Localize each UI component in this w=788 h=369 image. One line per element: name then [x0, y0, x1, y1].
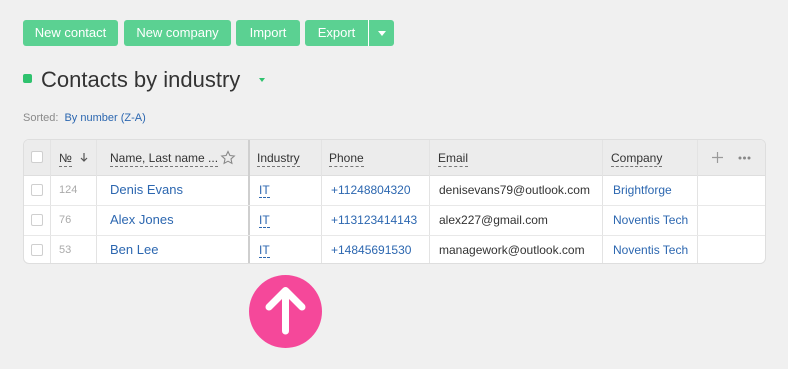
table-row[interactable]: 124 Denis Evans IT +11248804320 deniseva… — [24, 175, 765, 206]
contact-name-link[interactable]: Alex Jones — [110, 205, 174, 235]
sort-info: Sorted: By number (Z-A) — [23, 112, 146, 124]
row-checkbox[interactable] — [31, 214, 43, 226]
phone-link[interactable]: +11248804320 — [331, 175, 411, 205]
title-indicator — [23, 74, 32, 83]
company-link[interactable]: Brightforge — [613, 175, 672, 205]
chevron-down-icon[interactable] — [259, 78, 265, 82]
row-checkbox[interactable] — [31, 184, 43, 196]
column-industry[interactable]: Industry — [257, 140, 300, 175]
import-button[interactable]: Import — [236, 20, 300, 46]
column-name[interactable]: Name, Last name ... — [110, 140, 219, 175]
contact-name-link[interactable]: Denis Evans — [110, 175, 183, 205]
column-number[interactable]: № — [59, 140, 89, 175]
table-row[interactable]: 76 Alex Jones IT +113123414143 alex227@g… — [24, 205, 765, 236]
new-company-button[interactable]: New company — [124, 20, 231, 46]
industry-link[interactable]: IT — [259, 182, 270, 198]
industry-link[interactable]: IT — [259, 212, 270, 228]
row-number: 53 — [59, 244, 72, 256]
company-link[interactable]: Noventis Tech — [613, 235, 688, 263]
column-phone[interactable]: Phone — [329, 140, 364, 175]
sort-value-link[interactable]: By number (Z-A) — [64, 112, 145, 124]
arrow-up-icon — [265, 287, 306, 335]
new-contact-button[interactable]: New contact — [23, 20, 118, 46]
select-all-checkbox[interactable] — [31, 151, 43, 163]
page-title[interactable]: Contacts by industry — [41, 66, 240, 94]
star-icon[interactable] — [220, 150, 236, 166]
email-value[interactable]: denisevans79@outlook.com — [439, 175, 590, 205]
arrow-up-marker — [249, 275, 322, 348]
sort-label: Sorted: — [23, 112, 59, 124]
email-value[interactable]: managework@outlook.com — [439, 235, 585, 263]
row-number: 76 — [59, 214, 72, 226]
phone-link[interactable]: +113123414143 — [331, 205, 417, 235]
contact-name-link[interactable]: Ben Lee — [110, 235, 158, 263]
sort-down-icon — [80, 153, 88, 162]
industry-link[interactable]: IT — [259, 242, 270, 258]
export-button[interactable]: Export — [305, 20, 368, 46]
email-value[interactable]: alex227@gmail.com — [439, 205, 548, 235]
company-link[interactable]: Noventis Tech — [613, 205, 688, 235]
column-company[interactable]: Company — [611, 140, 663, 175]
export-dropdown-button[interactable] — [368, 20, 394, 46]
table-row[interactable]: 53 Ben Lee IT +14845691530 managework@ou… — [24, 235, 765, 263]
column-email[interactable]: Email — [438, 140, 469, 175]
phone-link[interactable]: +14845691530 — [331, 235, 411, 263]
more-icon[interactable] — [738, 156, 751, 160]
row-number: 124 — [59, 184, 78, 196]
plus-icon[interactable] — [712, 152, 723, 163]
row-checkbox[interactable] — [31, 244, 43, 256]
contacts-table: № Name, Last name ... Industry Phone Ema… — [23, 139, 766, 264]
